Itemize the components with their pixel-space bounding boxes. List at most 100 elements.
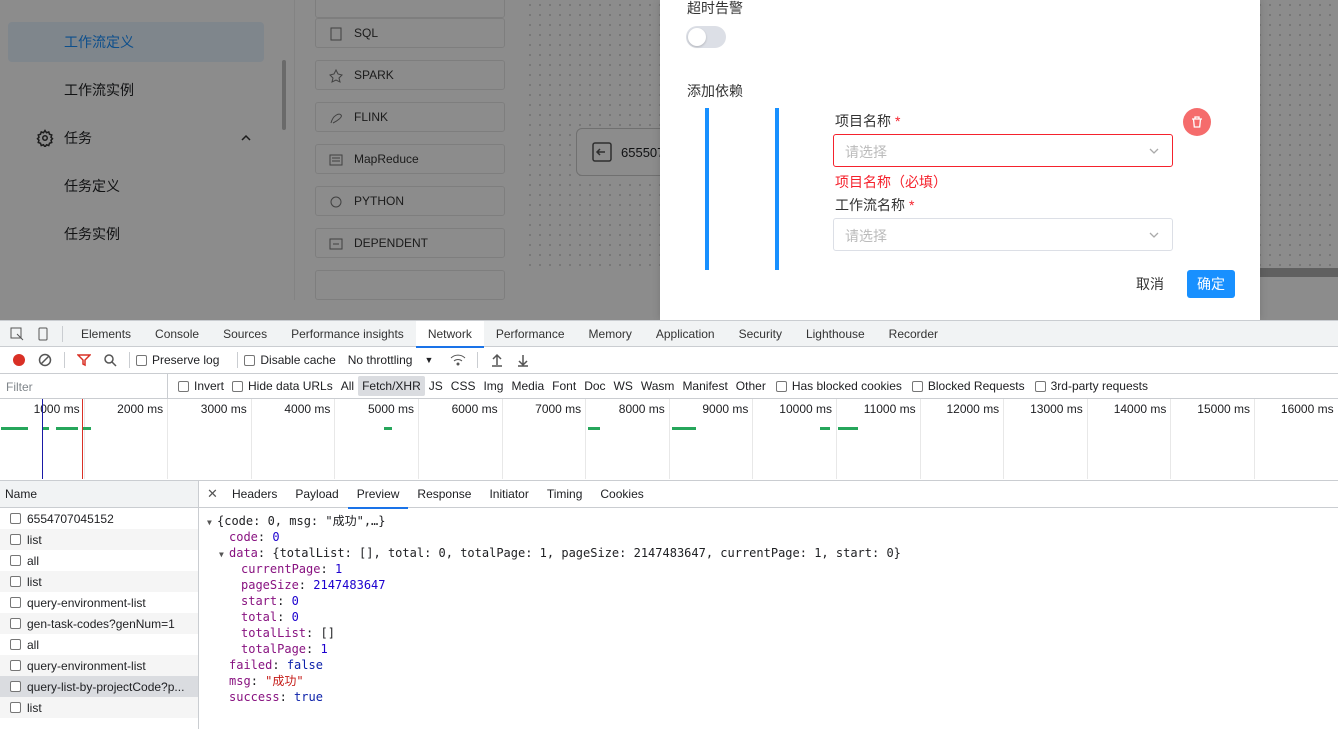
dependency-bar [705, 108, 709, 270]
workflow-name-select[interactable]: 请选择 [833, 218, 1173, 251]
toolbar-divider [64, 352, 65, 368]
filter-type-fetch-xhr[interactable]: Fetch/XHR [358, 376, 425, 396]
detail-tab-response[interactable]: Response [408, 481, 480, 508]
checkbox[interactable] [1035, 381, 1046, 392]
checkbox[interactable] [10, 681, 21, 692]
detail-tab-preview[interactable]: Preview [348, 481, 409, 508]
json-row: start: 0 [199, 593, 1338, 609]
request-row[interactable]: all [0, 550, 198, 571]
select-placeholder: 请选择 [845, 228, 887, 244]
tab-application[interactable]: Application [644, 321, 727, 347]
filter-type-js[interactable]: JS [425, 376, 447, 396]
tab-lighthouse[interactable]: Lighthouse [794, 321, 877, 347]
request-name-column: Name 6554707045152listalllistquery-envir… [0, 481, 199, 729]
checkbox[interactable] [10, 597, 21, 608]
tab-memory[interactable]: Memory [577, 321, 644, 347]
filter-type-all[interactable]: All [337, 376, 358, 396]
device-toolbar-icon[interactable] [30, 321, 56, 347]
request-row[interactable]: query-environment-list [0, 592, 198, 613]
waterfall-bar [820, 427, 830, 430]
checkbox[interactable] [232, 381, 243, 392]
detail-tab-timing[interactable]: Timing [538, 481, 592, 508]
checkbox[interactable] [178, 381, 189, 392]
import-har-icon[interactable] [484, 347, 510, 373]
checkbox[interactable] [10, 639, 21, 650]
filter-type-doc[interactable]: Doc [580, 376, 609, 396]
filter-type-css[interactable]: CSS [447, 376, 480, 396]
json-key: totalList [241, 626, 306, 640]
checkbox[interactable] [10, 618, 21, 629]
tab-performance[interactable]: Performance [484, 321, 577, 347]
detail-tab-initiator[interactable]: Initiator [480, 481, 537, 508]
preserve-log-checkbox[interactable]: Preserve log [136, 353, 219, 367]
request-row[interactable]: list [0, 697, 198, 718]
filter-type-font[interactable]: Font [548, 376, 580, 396]
timeline-tick-label: 3000 ms [167, 402, 247, 416]
network-overview-timeline[interactable]: 1000 ms2000 ms3000 ms4000 ms5000 ms6000 … [0, 399, 1338, 481]
request-row[interactable]: all [0, 634, 198, 655]
timeout-alert-switch[interactable] [686, 26, 726, 48]
filter-type-manifest[interactable]: Manifest [678, 376, 731, 396]
tab-network[interactable]: Network [416, 321, 484, 347]
blocked-requests-checkbox[interactable]: Blocked Requests [912, 379, 1025, 393]
json-key: currentPage [241, 562, 320, 576]
detail-tab-payload[interactable]: Payload [286, 481, 347, 508]
checkbox[interactable] [10, 660, 21, 671]
filter-input[interactable]: Filter [0, 374, 168, 399]
confirm-button[interactable]: 确定 [1187, 270, 1235, 298]
preserve-log-label: Preserve log [152, 353, 219, 367]
waterfall-bar [588, 427, 600, 430]
checkbox[interactable] [10, 534, 21, 545]
json-root[interactable]: ▼{code: 0, msg: "成功",…} [199, 513, 1338, 529]
throttling-select[interactable]: No throttling▼ [348, 353, 434, 367]
tab-console[interactable]: Console [143, 321, 211, 347]
checkbox[interactable] [10, 513, 21, 524]
checkbox[interactable] [136, 355, 147, 366]
search-icon[interactable] [97, 347, 123, 373]
disable-cache-checkbox[interactable]: Disable cache [244, 353, 335, 367]
request-row[interactable]: query-list-by-projectCode?p... [0, 676, 198, 697]
filter-type-ws[interactable]: WS [610, 376, 637, 396]
json-value: false [287, 658, 323, 672]
checkbox[interactable] [776, 381, 787, 392]
tab-performance-insights[interactable]: Performance insights [279, 321, 416, 347]
filter-type-img[interactable]: Img [479, 376, 507, 396]
invert-checkbox[interactable]: Invert [178, 379, 224, 393]
json-row[interactable]: ▼data: {totalList: [], total: 0, totalPa… [199, 545, 1338, 561]
toolbar-divider [129, 352, 130, 368]
has-blocked-cookies-checkbox[interactable]: Has blocked cookies [776, 379, 902, 393]
cancel-button[interactable]: 取消 [1124, 270, 1176, 298]
tab-recorder[interactable]: Recorder [877, 321, 950, 347]
request-name: query-list-by-projectCode?p... [27, 680, 184, 694]
checkbox[interactable] [10, 576, 21, 587]
filter-type-other[interactable]: Other [732, 376, 770, 396]
hide-data-urls-checkbox[interactable]: Hide data URLs [232, 379, 333, 393]
project-name-select[interactable]: 请选择 [833, 134, 1173, 167]
tab-sources[interactable]: Sources [211, 321, 279, 347]
filter-type-media[interactable]: Media [507, 376, 548, 396]
checkbox[interactable] [10, 555, 21, 566]
record-icon[interactable] [6, 347, 32, 373]
third-party-checkbox[interactable]: 3rd-party requests [1035, 379, 1148, 393]
export-har-icon[interactable] [510, 347, 536, 373]
filter-icon[interactable] [71, 347, 97, 373]
name-column-header[interactable]: Name [0, 481, 198, 508]
tab-security[interactable]: Security [727, 321, 794, 347]
close-icon[interactable]: ✕ [207, 486, 223, 502]
request-row[interactable]: list [0, 571, 198, 592]
request-row[interactable]: 6554707045152 [0, 508, 198, 529]
request-row[interactable]: gen-task-codes?genNum=1 [0, 613, 198, 634]
clear-icon[interactable] [32, 347, 58, 373]
detail-tab-headers[interactable]: Headers [223, 481, 286, 508]
checkbox[interactable] [10, 702, 21, 713]
tab-elements[interactable]: Elements [69, 321, 143, 347]
request-row[interactable]: list [0, 529, 198, 550]
request-row[interactable]: query-environment-list [0, 655, 198, 676]
checkbox[interactable] [912, 381, 923, 392]
delete-dependency-button[interactable] [1183, 108, 1211, 136]
inspect-element-icon[interactable] [4, 321, 30, 347]
detail-tab-cookies[interactable]: Cookies [591, 481, 652, 508]
checkbox[interactable] [244, 355, 255, 366]
network-conditions-icon[interactable] [445, 347, 471, 373]
filter-type-wasm[interactable]: Wasm [637, 376, 679, 396]
